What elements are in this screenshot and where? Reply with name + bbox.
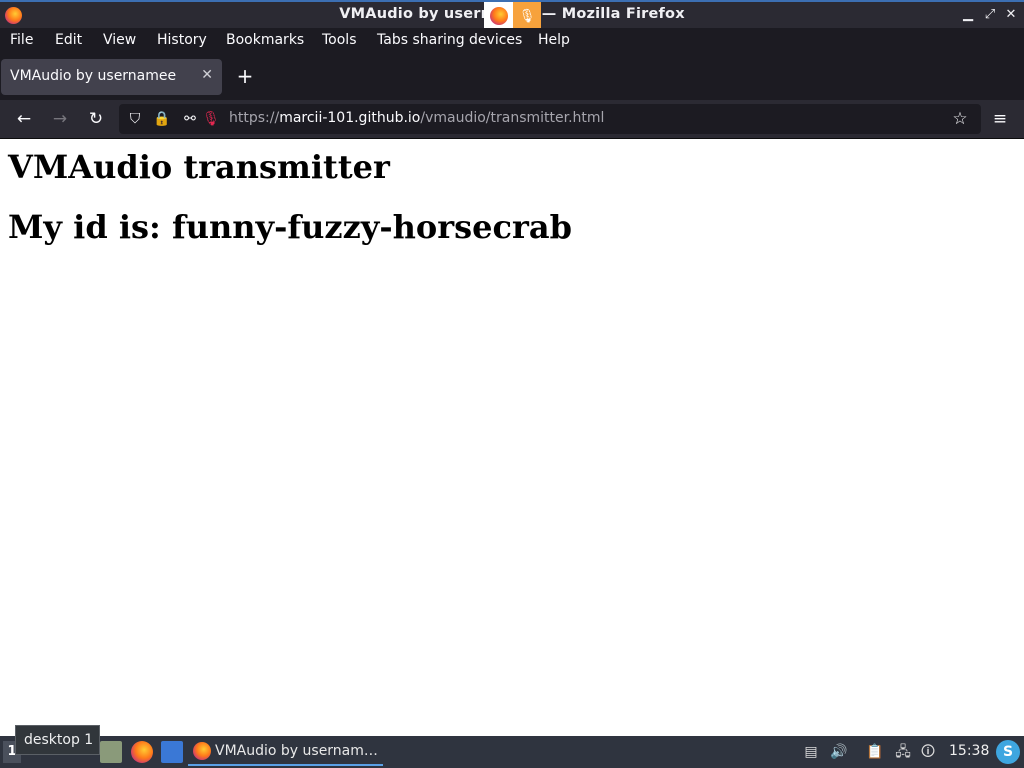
menu-file[interactable]: File [10, 32, 33, 48]
menu-edit[interactable]: Edit [55, 32, 82, 48]
permissions-icon[interactable]: ⚯ [181, 109, 199, 129]
new-tab-icon[interactable]: + [234, 65, 256, 87]
menu-bar: File Edit View History Bookmarks Tools T… [0, 28, 1024, 54]
microphone-icon[interactable]: 🎙 [202, 109, 220, 129]
volume-icon[interactable]: 🔊 [829, 742, 849, 762]
desktop-tooltip: desktop 1 [15, 725, 100, 755]
url-text[interactable]: https://marcii-101.github.io/vmaudio/tra… [229, 110, 604, 126]
menu-help[interactable]: Help [538, 32, 570, 48]
close-tab-icon[interactable]: ✕ [201, 67, 213, 83]
menu-view[interactable]: View [103, 32, 136, 48]
clipboard-icon[interactable]: 📋 [864, 742, 886, 762]
close-icon[interactable]: ✕ [1001, 5, 1021, 25]
tab-label: VMAudio by usernamee [10, 68, 177, 84]
star-icon[interactable]: ☆ [951, 109, 969, 129]
microphone-icon: 🎙 [513, 2, 541, 30]
forward-icon[interactable]: → [49, 108, 71, 130]
page-content: VMAudio transmitter My id is: funny-fuzz… [0, 140, 1024, 736]
menu-history[interactable]: History [157, 32, 207, 48]
page-title: VMAudio transmitter [8, 148, 390, 186]
reload-icon[interactable]: ↻ [85, 108, 107, 130]
task-firefox-window[interactable]: VMAudio by usernam… [188, 739, 383, 766]
clock: 15:38 [949, 743, 990, 759]
navigation-toolbar: ← → ↻ ⛉ 🔒 ⚯ 🎙 https://marcii-101.github.… [0, 100, 1024, 139]
shield-icon[interactable]: ⛉ [126, 109, 144, 129]
sharing-indicator[interactable]: 🎙 [484, 2, 541, 30]
window-titlebar: VMAudio by usernamee — Mozilla Firefox 🎙… [0, 0, 1024, 30]
menu-tools[interactable]: Tools [322, 32, 357, 48]
notification-icon[interactable]: 🛈 [918, 742, 938, 762]
firefox-icon[interactable] [131, 741, 153, 763]
minimize-icon[interactable]: ▁ [958, 5, 978, 25]
menu-bookmarks[interactable]: Bookmarks [226, 32, 304, 48]
menu-icon[interactable]: ≡ [989, 108, 1011, 130]
lock-icon[interactable]: 🔒 [153, 109, 171, 129]
device-id-heading: My id is: funny-fuzzy-horsecrab [8, 208, 572, 246]
task-label: VMAudio by usernam… [215, 743, 378, 759]
firefox-icon [489, 7, 508, 25]
network-icon[interactable]: 🖧 [892, 742, 914, 762]
firefox-icon [193, 742, 211, 760]
back-icon[interactable]: ← [13, 108, 35, 130]
file-manager-icon[interactable] [100, 741, 122, 763]
folder-icon[interactable] [161, 741, 183, 763]
tab-strip: VMAudio by usernamee ✕ + [0, 54, 1024, 100]
start-menu-icon[interactable]: S [996, 740, 1020, 764]
storage-icon[interactable]: ▤ [802, 742, 820, 762]
tab-vmaudio[interactable]: VMAudio by usernamee ✕ [1, 59, 222, 95]
taskbar: 1 VMAudio by usernam… ▤ 🔊 📋 🖧 🛈 15:38 S [0, 736, 1024, 768]
maximize-icon[interactable]: ⤢ [980, 5, 1000, 25]
address-bar[interactable]: ⛉ 🔒 ⚯ 🎙 https://marcii-101.github.io/vma… [119, 104, 981, 134]
menu-tabs-sharing-devices[interactable]: Tabs sharing devices [377, 32, 522, 48]
